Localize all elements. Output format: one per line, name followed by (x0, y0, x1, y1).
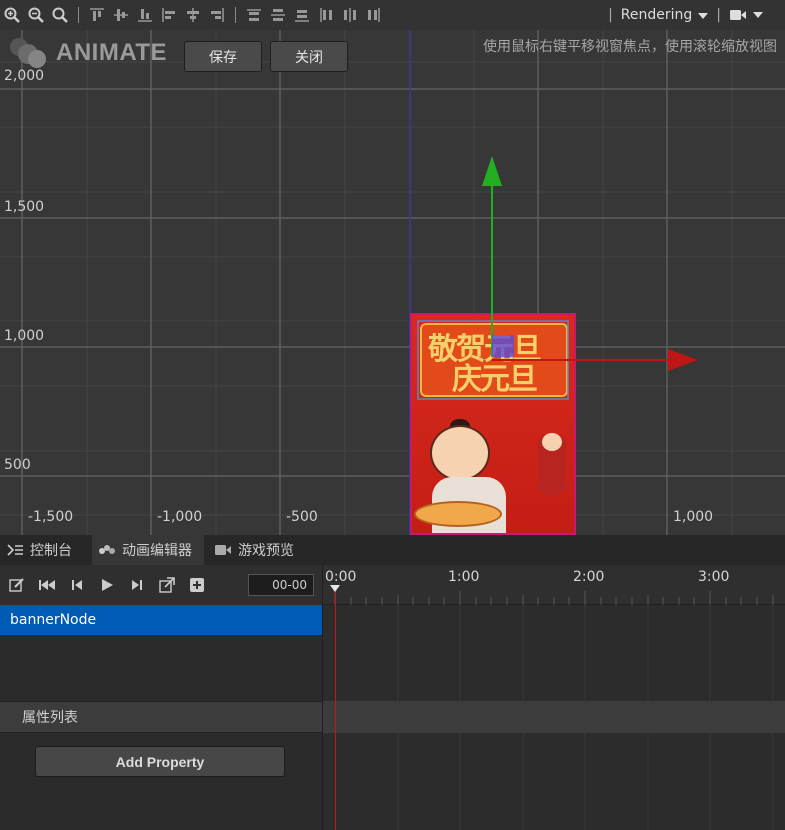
align-bottom-icon[interactable] (133, 0, 157, 30)
animation-icon (99, 545, 115, 554)
editor-window: | Rendering | 2,000 1,500 1,000 500 -1,5… (0, 0, 785, 830)
toolbar-divider: | (716, 7, 721, 23)
animation-toolbar (0, 565, 322, 605)
tab-console[interactable]: 控制台 (0, 535, 84, 565)
node-name: bannerNode (10, 612, 97, 628)
timeline-property-header-band (323, 701, 785, 733)
scene-view[interactable]: 2,000 1,500 1,000 500 -1,500 -1,000 -500… (0, 30, 785, 535)
ruler-label: 0:00 (325, 569, 357, 585)
distribute-bottom-icon[interactable] (290, 0, 314, 30)
ruler-label: 2:00 (573, 569, 605, 585)
play-icon[interactable] (98, 576, 116, 594)
x-axis-arrow-icon (668, 349, 698, 371)
zoom-out-icon[interactable] (24, 0, 48, 30)
distribute-vcenter-icon[interactable] (266, 0, 290, 30)
add-property-button[interactable]: Add Property (35, 746, 285, 777)
timeline-ruler[interactable]: 0:00 1:00 2:00 3:00 (323, 565, 785, 605)
ruler-label: 1:00 (448, 569, 480, 585)
distribute-left-icon[interactable] (314, 0, 338, 30)
animation-node-list: bannerNode (0, 605, 322, 701)
edit-icon[interactable] (8, 576, 26, 594)
tab-label: 游戏预览 (238, 543, 294, 559)
previous-frame-icon[interactable] (68, 576, 86, 594)
align-hcenter-icon[interactable] (181, 0, 205, 30)
toolbar-divider (235, 7, 236, 23)
chevron-down-icon (753, 12, 763, 18)
zoom-in-icon[interactable] (0, 0, 24, 30)
camera-icon (730, 10, 746, 20)
transform-gizmo[interactable] (0, 30, 785, 535)
ruler-label: 3:00 (698, 569, 730, 585)
toolbar-right-group: | Rendering | (608, 0, 763, 30)
list-item[interactable]: bannerNode (0, 605, 322, 635)
timeline[interactable]: 0:00 1:00 2:00 3:00 (322, 565, 785, 830)
property-list-title: 属性列表 (22, 710, 78, 726)
align-top-icon[interactable] (85, 0, 109, 30)
gizmo-center-handle (492, 335, 514, 357)
playhead-marker-icon[interactable] (330, 585, 340, 592)
camera-dropdown[interactable] (729, 8, 763, 22)
y-axis-arrow-icon (482, 156, 502, 186)
toolbar-divider: | (608, 7, 613, 23)
property-list: Add Property (0, 733, 322, 830)
align-left-icon[interactable] (157, 0, 181, 30)
console-icon (7, 544, 23, 556)
align-right-icon[interactable] (205, 0, 229, 30)
tab-label: 控制台 (30, 543, 72, 559)
distribute-top-icon[interactable] (242, 0, 266, 30)
tab-animation-editor[interactable]: 动画编辑器 (92, 535, 204, 565)
align-vcenter-icon[interactable] (109, 0, 133, 30)
rendering-label: Rendering (620, 7, 693, 23)
zoom-reset-icon[interactable] (48, 0, 72, 30)
export-icon[interactable] (158, 576, 176, 594)
next-frame-icon[interactable] (128, 576, 146, 594)
tab-label: 动画编辑器 (122, 543, 192, 559)
frame-input[interactable] (248, 574, 314, 596)
first-frame-icon[interactable] (38, 576, 56, 594)
playhead[interactable] (335, 587, 336, 830)
distribute-right-icon[interactable] (362, 0, 386, 30)
scene-toolbar: | Rendering | (0, 0, 785, 30)
chevron-down-icon (698, 13, 709, 19)
bottom-panel-tabs: 控制台 动画编辑器 游戏预览 (0, 535, 785, 565)
add-icon[interactable] (188, 576, 206, 594)
camera-icon (215, 545, 231, 555)
distribute-hcenter-icon[interactable] (338, 0, 362, 30)
tab-game-preview[interactable]: 游戏预览 (208, 535, 306, 565)
rendering-dropdown[interactable]: Rendering (621, 7, 709, 23)
toolbar-divider (78, 7, 79, 23)
